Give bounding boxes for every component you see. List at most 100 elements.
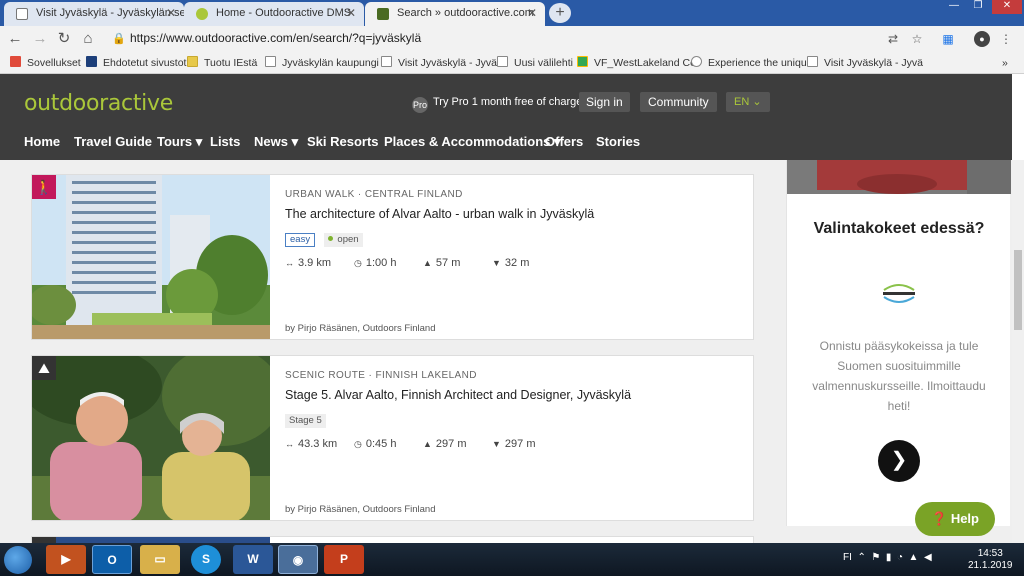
tab-search-outdooractive[interactable]: Search » outdooractive.com ✕ <box>365 2 545 26</box>
skype-icon[interactable]: S <box>191 545 221 574</box>
page-icon <box>265 56 276 67</box>
bookmark-item[interactable]: Experience the uniqu <box>691 56 807 70</box>
system-tray[interactable]: FI ⌃ ⚑ ▮ ◔ ▲ ◀ <box>843 552 932 563</box>
translate-icon[interactable]: ⇄ <box>885 31 901 47</box>
bookmark-item[interactable]: Uusi välilehti <box>497 56 573 70</box>
site-header: outdooractive Pro Try Pro 1 month free of… <box>0 74 1012 160</box>
bookmarks-bar: Sovellukset Ehdotetut sivustot Tuotu IEs… <box>0 52 1024 74</box>
community-button[interactable]: Community <box>640 92 717 112</box>
language-selector[interactable]: EN ⌄ <box>726 92 770 112</box>
tab-title: Home - Outdooractive DMS <box>216 7 352 19</box>
nav-offers[interactable]: Offers <box>545 134 583 150</box>
scrollbar-thumb[interactable] <box>1014 250 1022 330</box>
chevron-down-icon: ⌄ <box>752 96 762 108</box>
bookmark-item[interactable]: Sovellukset <box>10 56 81 70</box>
media-player-icon[interactable]: ▶ <box>46 545 86 574</box>
bookmark-item[interactable]: Jyväskylän kaupungi <box>265 56 379 70</box>
page-icon <box>807 56 818 67</box>
outdooractive-logo[interactable]: outdooractive <box>24 91 173 116</box>
page-scrollbar[interactable] <box>1012 160 1024 543</box>
pro-promo-link[interactable]: Pro Try Pro 1 month free of charge <box>412 94 582 113</box>
descent-stat: ▼ 297 m <box>492 438 536 450</box>
descent-icon: ▼ <box>492 258 501 268</box>
status-dot-icon <box>328 236 334 241</box>
minimize-icon[interactable]: — <box>942 0 966 14</box>
sign-in-button[interactable]: Sign in <box>579 92 630 112</box>
ad-title[interactable]: Valintakokeet edessä? <box>787 220 1011 238</box>
result-title[interactable]: The architecture of Alvar Aalto - urban … <box>285 207 594 221</box>
taskbar-clock[interactable]: 14:53 21.1.2019 <box>968 548 1013 572</box>
close-tab-icon[interactable]: ✕ <box>527 2 537 24</box>
result-card[interactable]: ⛰ SCENIC ROUTE · FINNISH LAKELAND Stage … <box>31 355 754 521</box>
powerpoint-icon[interactable]: P <box>324 545 364 574</box>
ad-text: Onnistu pääsykokeissa ja tule Suomen suo… <box>812 339 986 413</box>
outlook-icon[interactable]: O <box>92 545 132 574</box>
outdooractive-favicon-icon <box>377 8 389 20</box>
bookmark-item[interactable]: Tuotu IEstä <box>187 56 257 70</box>
chrome-icon[interactable]: ◉ <box>278 545 318 574</box>
bookmark-item[interactable]: Visit Jyväskylä - Jyvä <box>807 56 923 70</box>
clock-icon: ◷ <box>354 258 362 268</box>
home-icon[interactable]: ⌂ <box>79 30 97 48</box>
nav-places-accommodations[interactable]: Places & Accommodations ▾ <box>384 134 561 150</box>
reload-icon[interactable]: ↻ <box>55 30 73 48</box>
result-author[interactable]: by Pirjo Räsänen, Outdoors Finland <box>285 323 436 334</box>
advertisement[interactable]: Valintakokeet edessä? Onnistu pääsykokei… <box>786 160 1011 526</box>
folder-icon <box>187 56 198 67</box>
back-arrow-icon[interactable]: ← <box>6 30 24 48</box>
tour-photo[interactable]: 🚶 <box>32 175 270 339</box>
bookmark-item[interactable]: Visit Jyväskylä - Jyvä <box>381 56 497 70</box>
result-title[interactable]: Stage 5. Alvar Aalto, Finnish Architect … <box>285 388 631 402</box>
descent-stat: ▼ 32 m <box>492 257 530 269</box>
nav-lists[interactable]: Lists <box>210 134 240 150</box>
help-button[interactable]: ❓ Help <box>915 502 995 536</box>
result-card[interactable]: ⛰ <box>31 536 754 543</box>
bookmark-item[interactable]: VF_WestLakeland Co <box>577 56 696 70</box>
result-card[interactable]: 🚶 URBAN WALK · CENTRAL FINLAND The archi… <box>31 174 754 340</box>
ad-logo-icon <box>881 282 917 304</box>
nav-ski-resorts[interactable]: Ski Resorts <box>307 134 379 150</box>
nav-tours[interactable]: Tours ▾ <box>157 134 202 150</box>
drive-icon <box>577 56 588 67</box>
extension-icon[interactable]: ▦ <box>940 31 956 47</box>
stage-badge: Stage 5 <box>285 414 326 428</box>
distance-icon: ↔ <box>285 439 294 449</box>
clock-time: 14:53 <box>977 548 1003 559</box>
close-tab-icon[interactable]: ✕ <box>346 2 356 24</box>
duration-stat: ◷ 1:00 h <box>354 257 397 269</box>
pro-badge-icon: Pro <box>412 97 428 113</box>
menu-dots-icon[interactable]: ⋮ <box>998 31 1014 47</box>
ascent-stat: ▲ 297 m <box>423 438 467 450</box>
file-explorer-icon[interactable]: ▭ <box>140 545 180 574</box>
ad-photo <box>787 160 1011 194</box>
result-category: SCENIC ROUTE · FINNISH LAKELAND <box>285 370 477 381</box>
address-bar[interactable]: 🔒 https://www.outdooractive.com/en/searc… <box>104 29 934 49</box>
scenic-route-icon: ⛰ <box>32 356 56 380</box>
address-url[interactable]: https://www.outdooractive.com/en/search/… <box>130 31 421 45</box>
avatar[interactable]: ● <box>974 31 990 47</box>
nav-home[interactable]: Home <box>24 134 60 150</box>
nav-travel-guide[interactable]: Travel Guide <box>74 134 152 150</box>
nav-news[interactable]: News ▾ <box>254 134 298 150</box>
close-tab-icon[interactable]: ✕ <box>166 2 176 24</box>
nav-stories[interactable]: Stories <box>596 134 640 150</box>
more-bookmarks-icon[interactable]: » <box>1002 56 1008 70</box>
globe-icon <box>691 56 702 67</box>
main-navigation: Home Travel Guide Tours ▾ Lists News ▾ S… <box>0 134 1012 154</box>
outdooractive-favicon-icon <box>196 8 208 20</box>
chevron-right-icon[interactable]: ❯ <box>878 440 920 482</box>
bookmark-item[interactable]: Ehdotetut sivustot <box>86 56 186 70</box>
maximize-icon[interactable]: ❐ <box>966 0 990 14</box>
close-window-icon[interactable]: ✕ <box>992 0 1022 14</box>
tour-photo[interactable]: ⛰ <box>32 356 270 520</box>
forward-arrow-icon[interactable]: → <box>31 30 49 48</box>
new-tab-button[interactable]: + <box>549 3 571 23</box>
tab-visit-jyvaskyla[interactable]: Visit Jyväskylä - Jyväskylän seudu ✕ <box>4 2 184 26</box>
browser-tab-bar: Visit Jyväskylä - Jyväskylän seudu ✕ Hom… <box>0 0 1024 26</box>
windows-start-icon[interactable] <box>4 546 32 574</box>
word-icon[interactable]: W <box>233 545 273 574</box>
bookmark-star-icon[interactable]: ☆ <box>909 31 925 47</box>
result-author[interactable]: by Pirjo Räsänen, Outdoors Finland <box>285 504 436 515</box>
bookmark-icon <box>86 56 97 67</box>
tab-outdooractive-dms[interactable]: Home - Outdooractive DMS ✕ <box>184 2 364 26</box>
